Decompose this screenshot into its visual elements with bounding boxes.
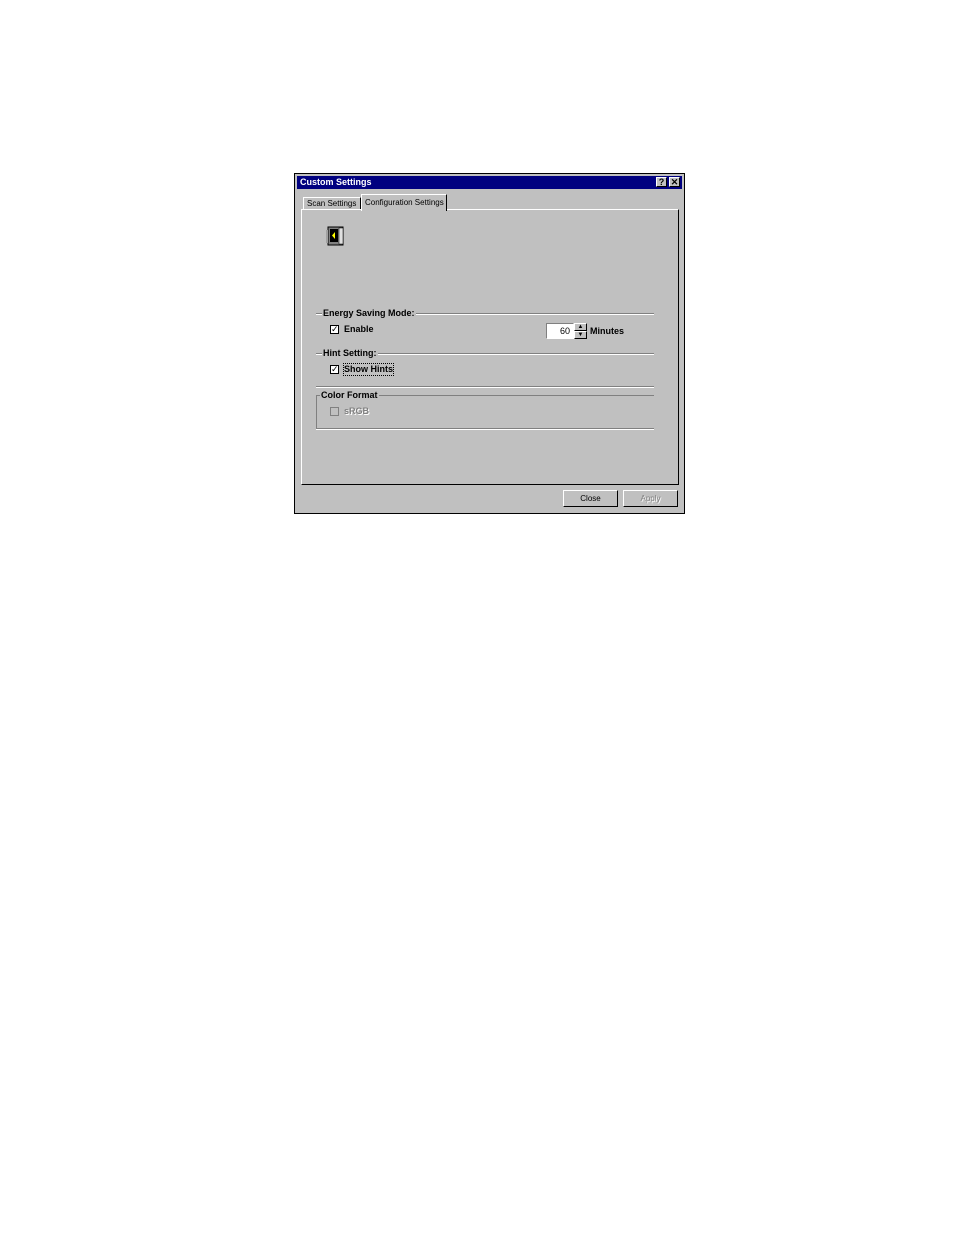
custom-settings-dialog: Custom Settings ? ✕ Scan Settings Config… [294, 173, 685, 514]
minutes-label: Minutes [590, 326, 625, 336]
minutes-input[interactable]: 60 [546, 323, 574, 339]
energy-saving-heading: Energy Saving Mode: [322, 308, 416, 319]
enable-label: Enable [344, 324, 374, 334]
apply-button[interactable]: Apply [623, 490, 678, 507]
show-hints-checkbox[interactable]: ✓ [330, 365, 339, 374]
configuration-panel: Energy Saving Mode: ✓ Enable 60 ▲ ▼ Minu… [301, 209, 679, 485]
color-format-bottom-line [316, 428, 654, 430]
minutes-spinner: ▲ ▼ [574, 323, 587, 339]
hint-setting-heading: Hint Setting: [322, 348, 378, 359]
check-mark: ✓ [331, 324, 339, 334]
close-window-button[interactable]: ✕ [669, 177, 680, 187]
spin-down-button[interactable]: ▼ [574, 331, 587, 339]
spin-up-button[interactable]: ▲ [574, 323, 587, 331]
scanner-icon [326, 226, 344, 246]
show-hints-label: Show Hints [343, 363, 394, 376]
tab-configuration-settings[interactable]: Configuration Settings [361, 194, 447, 211]
help-button[interactable]: ? [656, 177, 667, 187]
srgb-label: sRGB [344, 406, 370, 416]
section-divider [316, 386, 654, 388]
color-format-heading: Color Format [320, 390, 379, 401]
window-title: Custom Settings [300, 177, 372, 187]
close-button[interactable]: Close [563, 490, 618, 507]
title-bar[interactable]: Custom Settings ? ✕ [297, 176, 682, 189]
check-mark: ✓ [331, 364, 339, 374]
srgb-checkbox[interactable] [330, 407, 339, 416]
enable-checkbox[interactable]: ✓ [330, 325, 339, 334]
